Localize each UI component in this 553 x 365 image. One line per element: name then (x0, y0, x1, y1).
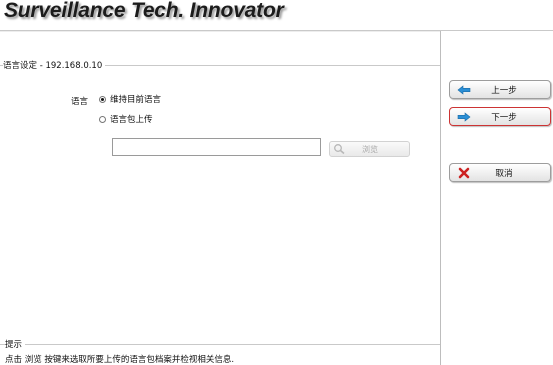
cancel-button[interactable]: 取消 (449, 163, 551, 182)
radio-button-selected[interactable] (99, 95, 106, 103)
radio-button[interactable] (99, 115, 106, 123)
hint-text: 点击 浏览 按键来选取所要上传的语言包档案并检视相关信息. (5, 355, 235, 365)
hint-divider (0, 344, 440, 345)
file-path-input[interactable] (112, 138, 321, 156)
browse-button[interactable]: 浏览 (329, 141, 410, 157)
hint-title: 提示 (5, 338, 26, 350)
magnifier-icon (332, 142, 348, 156)
radio-label: 维持目前语言 (110, 95, 162, 105)
radio-upload-language-pack[interactable]: 语言包上传 (99, 113, 153, 125)
language-field-label: 语言 (71, 97, 89, 107)
next-button[interactable]: 下一步 (449, 107, 551, 126)
prev-button[interactable]: 上一步 (449, 80, 551, 99)
prev-label: 上一步 (491, 85, 517, 96)
header: Surveillance Tech. Innovator (0, 0, 553, 30)
radio-keep-current-language[interactable]: 维持目前语言 (99, 93, 161, 105)
radio-label: 语言包上传 (110, 115, 153, 125)
section-title: 语言设定 - 192.168.0.10 (3, 59, 106, 71)
next-label: 下一步 (491, 112, 517, 123)
browse-label: 浏览 (362, 144, 378, 154)
cancel-label: 取消 (495, 168, 513, 179)
brand-title: Surveillance Tech. Innovator (4, 0, 284, 22)
content-panel: 语言设定 - 192.168.0.10 语言 维持目前语言 语言包上传 浏览 (0, 31, 440, 365)
